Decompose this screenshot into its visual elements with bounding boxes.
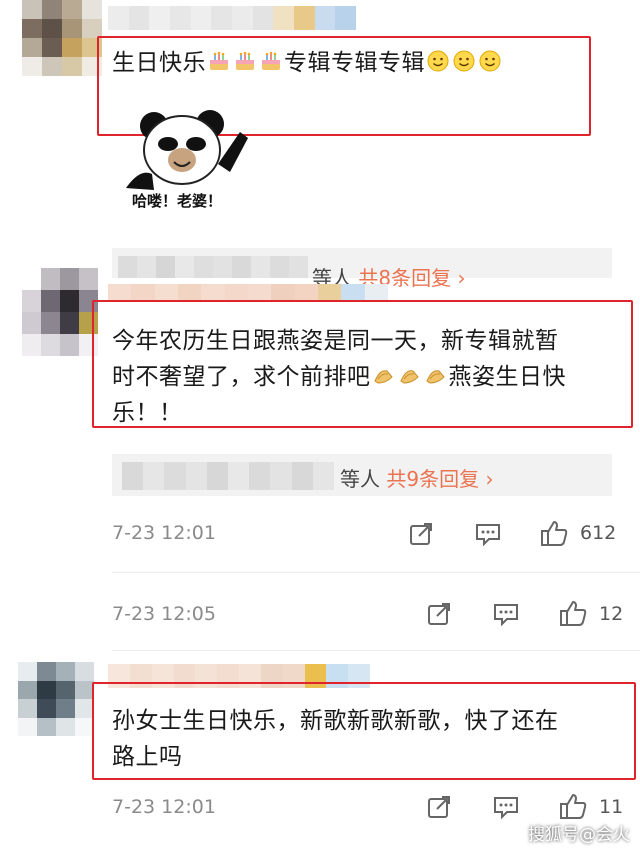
comment-timestamp: 7-23 12:01	[112, 522, 216, 544]
share-icon[interactable]	[424, 792, 454, 822]
comment-icon[interactable]	[472, 519, 504, 549]
divider	[112, 650, 640, 651]
avatar[interactable]	[18, 662, 94, 736]
share-icon[interactable]	[406, 519, 436, 549]
like-icon[interactable]	[557, 790, 589, 822]
replier-names	[118, 256, 308, 278]
divider	[112, 572, 640, 573]
sticker-caption: 哈喽！老婆！	[132, 192, 223, 210]
like-count: 612	[580, 522, 617, 544]
like-icon[interactable]	[538, 517, 570, 549]
replier-names	[122, 462, 334, 490]
avatar[interactable]	[22, 268, 98, 356]
like-count: 12	[599, 603, 624, 625]
comment-timestamp: 7-23 12:05	[112, 603, 216, 625]
reply-summary[interactable]: 等人 共9条回复 ›	[340, 463, 493, 492]
username[interactable]	[108, 6, 356, 30]
reply-count-link[interactable]: 共9条回复 ›	[386, 467, 493, 491]
comment-icon[interactable]	[490, 792, 522, 822]
share-icon[interactable]	[424, 599, 454, 629]
comment-icon[interactable]	[490, 599, 522, 629]
like-count: 11	[599, 796, 624, 818]
meme-sticker[interactable]: 哈喽！老婆！	[118, 108, 258, 216]
watermark: 搜狐号@会火	[528, 825, 630, 845]
highlight-box	[92, 682, 636, 780]
avatar[interactable]	[22, 0, 102, 76]
reply-suffix: 等人	[340, 467, 380, 491]
panda-sticker-image	[126, 110, 248, 190]
comment-timestamp: 7-23 12:01	[112, 796, 216, 818]
like-icon[interactable]	[557, 597, 589, 629]
highlight-box	[92, 300, 633, 428]
